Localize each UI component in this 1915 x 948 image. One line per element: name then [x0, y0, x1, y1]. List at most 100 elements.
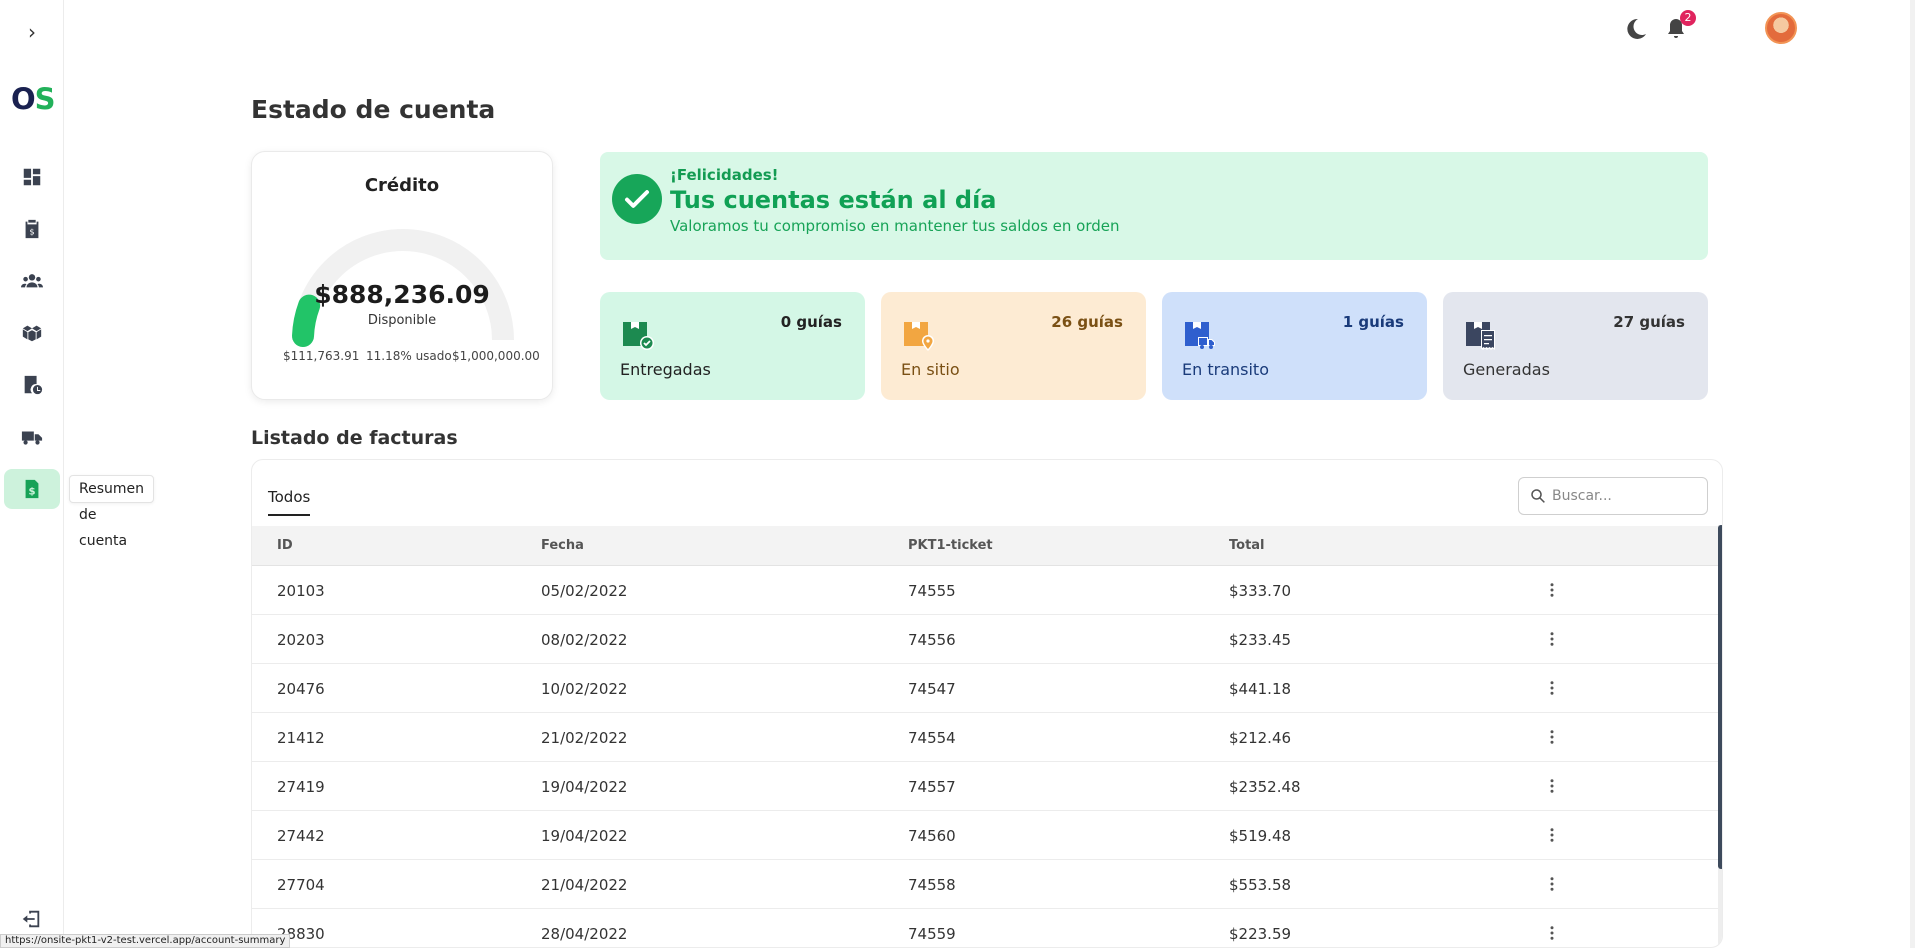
cell-id: 21412: [277, 729, 325, 747]
table-row[interactable]: 28830 28/04/2022 74559 $223.59: [252, 909, 1718, 947]
stat-label: En transito: [1182, 360, 1269, 379]
invoices-title: Listado de facturas: [251, 427, 458, 449]
cell-date: 19/04/2022: [541, 827, 628, 845]
cell-date: 21/04/2022: [541, 876, 628, 894]
congrats-title: Tus cuentas están al día: [670, 186, 997, 214]
more-vert-icon[interactable]: [1540, 872, 1564, 896]
table-header: ID Fecha PKT1-ticket Total: [252, 526, 1718, 566]
svg-text:$: $: [28, 487, 35, 498]
cell-total: $212.46: [1229, 729, 1292, 747]
table-row[interactable]: 20103 05/02/2022 74555 $333.70: [252, 566, 1718, 615]
search-input[interactable]: [1552, 488, 1702, 504]
topbar: 2: [64, 0, 1910, 56]
package-receipt-icon: [1466, 322, 1495, 350]
svg-text:$: $: [29, 227, 34, 237]
cell-ticket: 74559: [908, 925, 956, 943]
logo: OS: [11, 82, 56, 116]
cell-date: 05/02/2022: [541, 582, 628, 600]
invoice-dollar-icon: $: [25, 479, 39, 499]
stat-label: Entregadas: [620, 360, 711, 379]
cell-total: $233.45: [1229, 631, 1292, 649]
cell-ticket: 74554: [908, 729, 956, 747]
chevron-right-icon[interactable]: ›: [20, 20, 44, 44]
cell-id: 20203: [277, 631, 325, 649]
more-vert-icon[interactable]: [1540, 823, 1564, 847]
stat-card-in-transit[interactable]: 1 guías En transito: [1162, 292, 1427, 400]
more-vert-icon[interactable]: [1540, 627, 1564, 651]
avatar[interactable]: [1765, 12, 1797, 44]
logout-icon[interactable]: [20, 908, 44, 932]
cell-date: 28/04/2022: [541, 925, 628, 943]
users-icon[interactable]: [4, 261, 60, 301]
bell-icon[interactable]: 2: [1662, 10, 1696, 43]
dashboard-icon[interactable]: [4, 157, 60, 197]
cell-id: 20476: [277, 680, 325, 698]
cell-ticket: 74555: [908, 582, 956, 600]
credit-min: $111,763.91: [283, 349, 360, 363]
cell-total: $553.58: [1229, 876, 1292, 894]
credit-sub: Disponible: [367, 313, 437, 328]
more-vert-icon[interactable]: [1540, 774, 1564, 798]
invoice-clock-icon[interactable]: [4, 365, 60, 405]
table-scrollbar-thumb[interactable]: [1718, 525, 1722, 869]
cell-date: 08/02/2022: [541, 631, 628, 649]
congrats-pre: ¡Felicidades!: [670, 166, 779, 184]
cell-ticket: 74558: [908, 876, 956, 894]
clipboard-dollar-icon[interactable]: $: [4, 209, 60, 249]
stat-count: 27 guías: [1613, 313, 1685, 331]
search-box: [1518, 477, 1708, 515]
table-row[interactable]: 20476 10/02/2022 74547 $441.18: [252, 664, 1718, 713]
status-url: https://onsite-pkt1-v2-test.vercel.app/a…: [0, 934, 291, 948]
stat-card-on-site[interactable]: 26 guías En sitio: [881, 292, 1146, 400]
stat-count: 26 guías: [1051, 313, 1123, 331]
truck-icon[interactable]: [4, 417, 60, 457]
tab-all[interactable]: Todos: [268, 488, 311, 516]
tooltip: Resumen de cuenta: [69, 475, 155, 549]
invoices-table: Todos ID Fecha PKT1-ticket Total 20103 05…: [251, 459, 1723, 948]
stat-count: 1 guías: [1342, 313, 1404, 331]
check-circle-icon: [612, 174, 662, 224]
stat-card-generated[interactable]: 27 guías Generadas: [1443, 292, 1708, 400]
table-row[interactable]: 27419 19/04/2022 74557 $2352.48: [252, 762, 1718, 811]
more-vert-icon[interactable]: [1540, 676, 1564, 700]
page-title: Estado de cuenta: [251, 95, 496, 124]
search-icon: [1531, 489, 1545, 503]
cell-total: $519.48: [1229, 827, 1292, 845]
credit-title: Crédito: [364, 175, 440, 196]
congrats-banner: ¡Felicidades! Tus cuentas están al día V…: [600, 152, 1708, 260]
column-header-ticket[interactable]: PKT1-ticket: [908, 538, 993, 553]
cell-id: 27442: [277, 827, 325, 845]
cell-id: 27704: [277, 876, 325, 894]
credit-max: $1,000,000.00: [452, 349, 540, 363]
more-vert-icon[interactable]: [1540, 921, 1564, 945]
cell-total: $441.18: [1229, 680, 1292, 698]
column-header-total[interactable]: Total: [1229, 538, 1265, 553]
cell-total: $223.59: [1229, 925, 1292, 943]
stat-label: En sitio: [901, 360, 960, 379]
column-header-id[interactable]: ID: [277, 538, 293, 553]
cell-date: 10/02/2022: [541, 680, 628, 698]
table-row[interactable]: 20203 08/02/2022 74556 $233.45: [252, 615, 1718, 664]
table-row[interactable]: 21412 21/02/2022 74554 $212.46: [252, 713, 1718, 762]
more-vert-icon[interactable]: [1540, 725, 1564, 749]
sidebar-item-account-summary[interactable]: $: [4, 469, 60, 509]
cell-ticket: 74547: [908, 680, 956, 698]
boxes-icon[interactable]: [4, 313, 60, 353]
column-header-date[interactable]: Fecha: [541, 538, 584, 553]
page-scrollbar[interactable]: [1910, 0, 1915, 948]
table-body: 20103 05/02/2022 74555 $333.70 20203 08/02/20…: [252, 566, 1718, 947]
credit-card: Crédito $888,236.09 Disponible $111,763.…: [251, 151, 553, 400]
more-vert-icon[interactable]: [1540, 578, 1564, 602]
stat-card-delivered[interactable]: 0 guías Entregadas: [600, 292, 865, 400]
cell-id: 27419: [277, 778, 325, 796]
cell-id: 20103: [277, 582, 325, 600]
table-row[interactable]: 27704 21/04/2022 74558 $553.58: [252, 860, 1718, 909]
table-scrollbar[interactable]: [1718, 525, 1722, 947]
notification-badge: 2: [1680, 10, 1696, 26]
credit-used: 11.18% usado: [366, 349, 452, 363]
cell-ticket: 74560: [908, 827, 956, 845]
moon-icon[interactable]: [1622, 15, 1650, 43]
cell-total: $2352.48: [1229, 778, 1301, 796]
table-row[interactable]: 27442 19/04/2022 74560 $519.48: [252, 811, 1718, 860]
cell-total: $333.70: [1229, 582, 1292, 600]
